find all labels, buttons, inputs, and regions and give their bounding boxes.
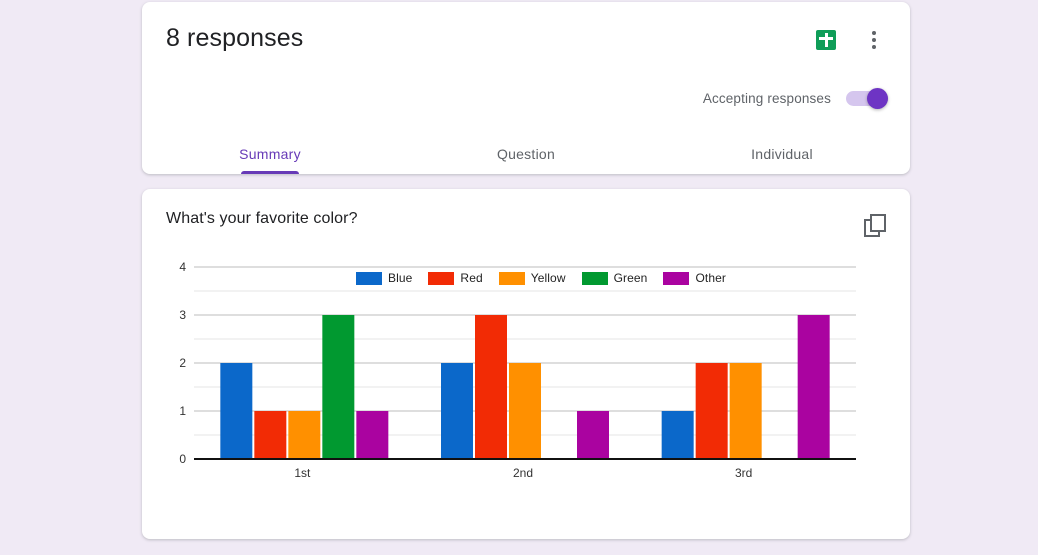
bar-blue-3rd (661, 411, 694, 459)
bar-blue-1st (220, 363, 253, 459)
legend-label-other: Other (695, 271, 726, 285)
responses-tabs: Summary Question Individual (142, 132, 910, 174)
y-axis-tick-label: 1 (179, 404, 186, 418)
copy-chart-button[interactable] (860, 211, 890, 241)
legend-swatch-other (663, 271, 690, 285)
bar-other-3rd (797, 315, 830, 459)
legend-swatch-green (581, 271, 608, 285)
tab-question-label: Question (496, 146, 556, 162)
legend-item-other[interactable]: Other (663, 271, 726, 285)
y-axis-tick-label: 3 (179, 308, 186, 322)
legend-item-red[interactable]: Red (428, 271, 483, 285)
legend-label-blue: Blue (388, 271, 413, 285)
tab-individual[interactable]: Individual (654, 132, 910, 174)
chart-x-axis-ticks: 1st 2nd 3rd (294, 466, 752, 480)
bar-yellow-3rd (729, 363, 762, 459)
bar-red-2nd (475, 315, 507, 459)
bar-green-1st (322, 315, 355, 459)
more-vert-icon-dot (872, 38, 876, 42)
google-sheets-icon (816, 30, 836, 50)
x-axis-tick-label: 1st (294, 466, 311, 480)
bar-blue-2nd (441, 363, 473, 459)
bar-other-1st (356, 411, 389, 459)
chart-y-axis-ticks: 0 1 2 3 4 (179, 260, 186, 466)
accepting-responses-row: Accepting responses (702, 88, 888, 109)
bar-yellow-2nd (509, 363, 541, 459)
legend-label-yellow: Yellow (530, 271, 566, 285)
accepting-responses-label: Accepting responses (702, 90, 831, 106)
bar-red-1st (254, 411, 287, 459)
tab-question[interactable]: Question (398, 132, 654, 174)
question-title: What's your favorite color? (166, 210, 358, 227)
more-options-button[interactable] (858, 24, 890, 56)
x-axis-tick-label: 3rd (735, 466, 752, 480)
legend-label-green: Green (613, 271, 648, 285)
x-axis-tick-label: 2nd (513, 466, 533, 480)
legend-item-yellow[interactable]: Yellow (498, 271, 566, 285)
legend-item-blue[interactable]: Blue (356, 271, 412, 285)
y-axis-tick-label: 4 (179, 260, 186, 274)
copy-icon (864, 214, 886, 237)
legend-swatch-blue (356, 271, 382, 285)
more-vert-icon-dot (872, 31, 876, 35)
legend-swatch-yellow (498, 271, 525, 285)
tab-summary-label: Summary (239, 146, 301, 162)
bar-other-2nd (577, 411, 609, 459)
header-actions (810, 24, 890, 56)
legend-label-red: Red (460, 271, 483, 285)
accepting-responses-toggle[interactable] (846, 88, 888, 109)
bar-red-3rd (695, 363, 728, 459)
y-axis-tick-label: 0 (179, 452, 186, 466)
question-summary-card: What's your favorite color? 0 1 2 3 4 1st 2nd… (142, 189, 910, 539)
tab-summary[interactable]: Summary (142, 132, 398, 174)
create-spreadsheet-button[interactable] (810, 24, 842, 56)
bar-chart-svg: 0 1 2 3 4 1st 2nd 3rd (179, 260, 856, 480)
responses-page: 8 responses Accepting responses Summary (0, 0, 1038, 555)
tab-individual-label: Individual (751, 146, 813, 162)
more-vert-icon-dot (872, 45, 876, 49)
y-axis-tick-label: 2 (179, 356, 186, 370)
bar-yellow-1st (288, 411, 321, 459)
legend-swatch-red (428, 271, 455, 285)
responses-count: 8 responses (166, 24, 304, 52)
responses-header-card: 8 responses Accepting responses Summary (142, 2, 910, 174)
legend-item-green[interactable]: Green (581, 271, 648, 285)
favorite-color-bar-chart: 0 1 2 3 4 1st 2nd 3rd Blue Red Yellow Green Other (166, 259, 886, 489)
toggle-knob (867, 88, 888, 109)
chart-legend: Blue Red Yellow Green Other (356, 271, 726, 285)
